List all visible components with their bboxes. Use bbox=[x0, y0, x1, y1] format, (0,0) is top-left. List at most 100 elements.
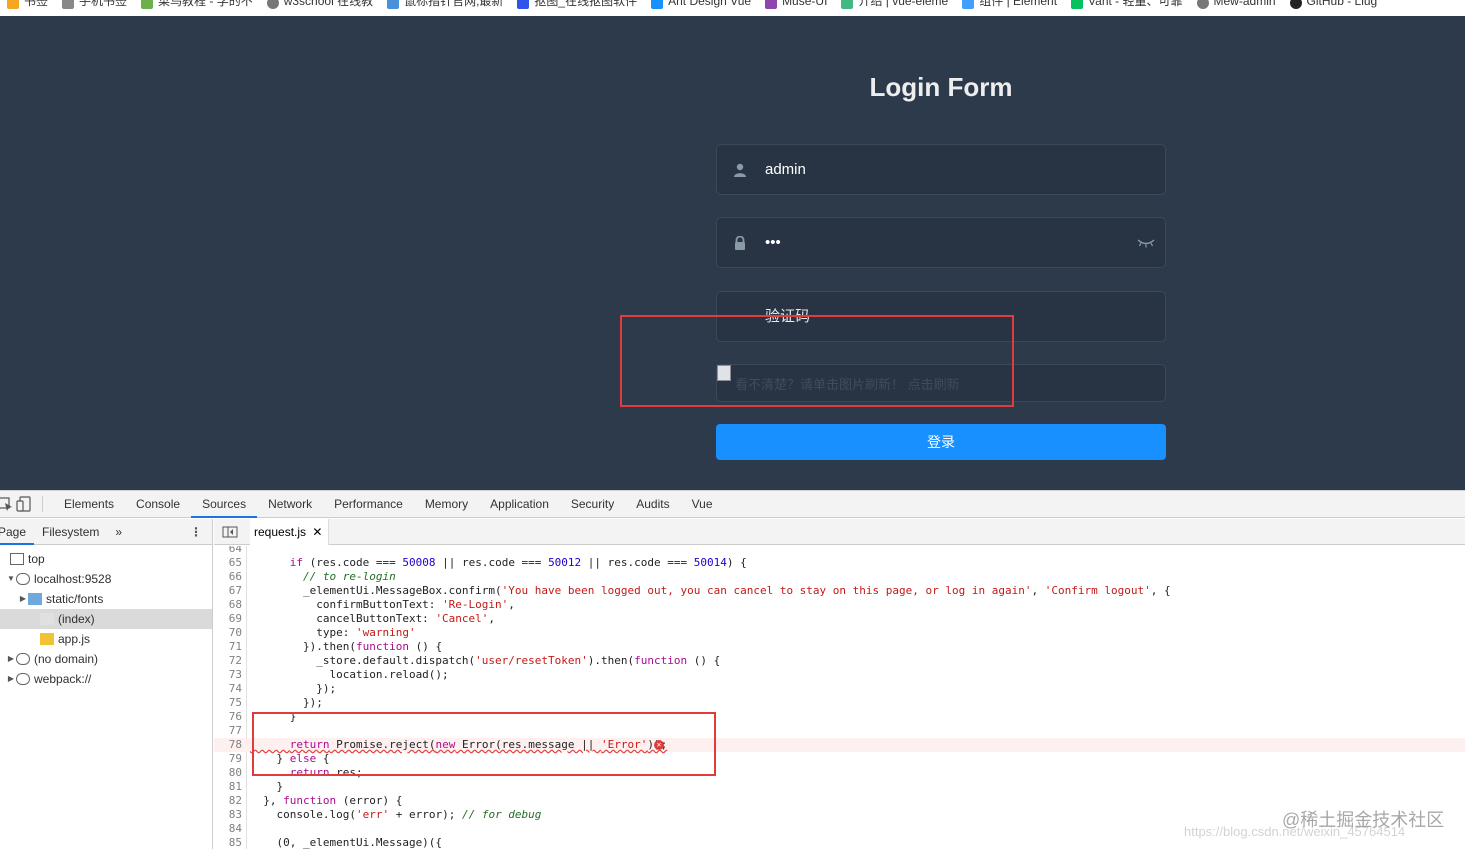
login-page: Login Form 看不清楚？请单击图片刷新！ 点击刷新 登录 bbox=[0, 16, 1465, 490]
code-text: type: 'warning' bbox=[250, 626, 416, 639]
line-number[interactable]: 80 bbox=[214, 766, 242, 780]
code-text: _store.default.dispatch('user/resetToken… bbox=[250, 654, 721, 667]
tab-elements[interactable]: Elements bbox=[53, 491, 125, 518]
line-number[interactable]: 75 bbox=[214, 696, 242, 710]
tab-filename: request.js bbox=[254, 524, 307, 539]
line-number[interactable]: 73 bbox=[214, 668, 242, 682]
bookmark-label: 组件 | Element bbox=[979, 0, 1058, 8]
lock-icon bbox=[735, 235, 745, 250]
code-line: 70 type: 'warning' bbox=[214, 626, 1465, 640]
bookmark-item[interactable]: 菜鸟教程 - 学的不 bbox=[134, 0, 260, 10]
close-tab-icon[interactable]: ✕ bbox=[312, 525, 322, 539]
devtools-tabs: Elements Console Sources Network Performance… bbox=[53, 491, 724, 518]
code-text: }, function (error) { bbox=[250, 794, 403, 807]
code-line: 71 }).then(function () { bbox=[214, 640, 1465, 654]
code-view[interactable]: 64 65 if (res.code === 50008 || res.code … bbox=[214, 546, 1465, 849]
bookmarks-bar: 书签 手机书签 菜鸟教程 - 学的不 w3school 在线教 鼠标指针官网,最新 抠图_… bbox=[0, 0, 1465, 16]
line-number[interactable]: 83 bbox=[214, 808, 242, 822]
tab-request-js[interactable]: request.js ✕ bbox=[250, 518, 330, 545]
tree-item-label: webpack:// bbox=[34, 672, 92, 686]
tab-performance[interactable]: Performance bbox=[323, 491, 414, 518]
bookmark-item[interactable]: 书签 bbox=[0, 0, 55, 10]
line-number[interactable]: 81 bbox=[214, 780, 242, 794]
navigator-pane: Page Filesystem » ⋮ top ▼ localhost:9528 ▶ s… bbox=[0, 519, 213, 849]
tree-item[interactable]: ▼ localhost:9528 bbox=[0, 569, 212, 589]
username-input[interactable] bbox=[765, 145, 1125, 194]
code-line: 82 }, function (error) { bbox=[214, 794, 1465, 808]
site-icon bbox=[841, 0, 854, 9]
line-number[interactable]: 71 bbox=[214, 640, 242, 654]
bookmark-item[interactable]: Muse-UI bbox=[758, 0, 834, 10]
line-number[interactable]: 84 bbox=[214, 822, 242, 836]
tab-security[interactable]: Security bbox=[560, 491, 625, 518]
line-number[interactable]: 76 bbox=[214, 710, 242, 724]
tab-application[interactable]: Application bbox=[479, 491, 560, 518]
devtools-toolbar: Elements Console Sources Network Performance… bbox=[0, 491, 1465, 518]
line-number[interactable]: 72 bbox=[214, 654, 242, 668]
tab-network[interactable]: Network bbox=[257, 491, 323, 518]
collapse-arrow-icon[interactable]: ▶ bbox=[6, 669, 16, 689]
line-number[interactable]: 79 bbox=[214, 752, 242, 766]
tree-item[interactable]: ▶ (no domain) bbox=[0, 649, 212, 669]
line-number[interactable]: 77 bbox=[214, 724, 242, 738]
line-number[interactable]: 65 bbox=[214, 556, 242, 570]
bookmark-item[interactable]: 组件 | Element bbox=[955, 0, 1064, 10]
login-button[interactable]: 登录 bbox=[716, 424, 1166, 460]
tree-item[interactable]: app.js bbox=[0, 629, 212, 649]
tab-vue[interactable]: Vue bbox=[681, 491, 724, 518]
tree-item-label: (index) bbox=[58, 612, 95, 626]
more-tabs-button[interactable]: » bbox=[107, 519, 130, 545]
code-line: 75 }); bbox=[214, 696, 1465, 710]
line-number[interactable]: 69 bbox=[214, 612, 242, 626]
eye-closed-icon[interactable] bbox=[1137, 238, 1155, 248]
collapse-arrow-icon[interactable]: ▶ bbox=[6, 649, 16, 669]
tab-page[interactable]: Page bbox=[0, 519, 35, 545]
tab-filesystem[interactable]: Filesystem bbox=[34, 519, 107, 545]
site-icon bbox=[387, 0, 400, 9]
line-number[interactable]: 78 bbox=[214, 738, 242, 752]
line-number[interactable]: 70 bbox=[214, 626, 242, 640]
line-number[interactable]: 74 bbox=[214, 682, 242, 696]
bookmark-item[interactable]: 鼠标指针官网,最新 bbox=[380, 0, 510, 10]
bookmark-item[interactable]: Vant - 轻量、可靠 bbox=[1064, 0, 1189, 10]
tab-console[interactable]: Console bbox=[125, 491, 191, 518]
username-field[interactable] bbox=[716, 144, 1166, 195]
highlight-box bbox=[620, 315, 1014, 407]
cloud-icon bbox=[16, 573, 30, 585]
expand-arrow-icon[interactable]: ▼ bbox=[6, 569, 16, 589]
code-text: (0, _elementUi.Message)({ bbox=[250, 836, 443, 849]
password-field[interactable] bbox=[716, 217, 1166, 268]
line-number[interactable]: 68 bbox=[214, 598, 242, 612]
code-line: 67 _elementUi.MessageBox.confirm('You ha… bbox=[214, 584, 1465, 598]
device-toolbar-icon[interactable] bbox=[16, 496, 34, 512]
code-line: 74 }); bbox=[214, 682, 1465, 696]
bookmark-item[interactable]: 抠图_在线抠图软件 bbox=[510, 0, 644, 10]
code-line: 69 cancelButtonText: 'Cancel', bbox=[214, 612, 1465, 626]
bookmark-item[interactable]: Ant Design Vue bbox=[644, 0, 758, 10]
tree-item[interactable]: (index) bbox=[0, 609, 212, 629]
kebab-menu-icon[interactable]: ⋮ bbox=[190, 525, 202, 539]
bookmark-item[interactable]: w3school 在线教 bbox=[260, 0, 380, 10]
tree-item[interactable]: ▶ webpack:// bbox=[0, 669, 212, 689]
tab-sources[interactable]: Sources bbox=[191, 491, 258, 518]
line-number[interactable]: 67 bbox=[214, 584, 242, 598]
code-text: } bbox=[250, 780, 284, 793]
line-number[interactable]: 66 bbox=[214, 570, 242, 584]
bookmark-item[interactable]: 介绍 | vue-eleme bbox=[834, 0, 955, 10]
bookmark-label: w3school 在线教 bbox=[283, 0, 374, 8]
tree-item[interactable]: ▶ static/fonts bbox=[0, 589, 212, 609]
line-number[interactable]: 85 bbox=[214, 836, 242, 849]
collapse-arrow-icon[interactable]: ▶ bbox=[18, 589, 28, 609]
password-input[interactable] bbox=[765, 218, 1125, 267]
line-number[interactable]: 64 bbox=[214, 546, 242, 556]
line-number[interactable]: 82 bbox=[214, 794, 242, 808]
toggle-navigator-icon[interactable] bbox=[222, 526, 238, 538]
bookmark-item[interactable]: GitHub - Liug bbox=[1283, 0, 1385, 10]
bookmark-item[interactable]: 手机书签 bbox=[55, 0, 134, 10]
bookmark-label: 菜鸟教程 - 学的不 bbox=[158, 0, 253, 8]
inspect-element-icon[interactable] bbox=[0, 496, 14, 512]
tree-item[interactable]: top bbox=[0, 549, 212, 569]
tab-memory[interactable]: Memory bbox=[414, 491, 479, 518]
bookmark-item[interactable]: Mew-admin bbox=[1190, 0, 1283, 10]
tab-audits[interactable]: Audits bbox=[625, 491, 680, 518]
